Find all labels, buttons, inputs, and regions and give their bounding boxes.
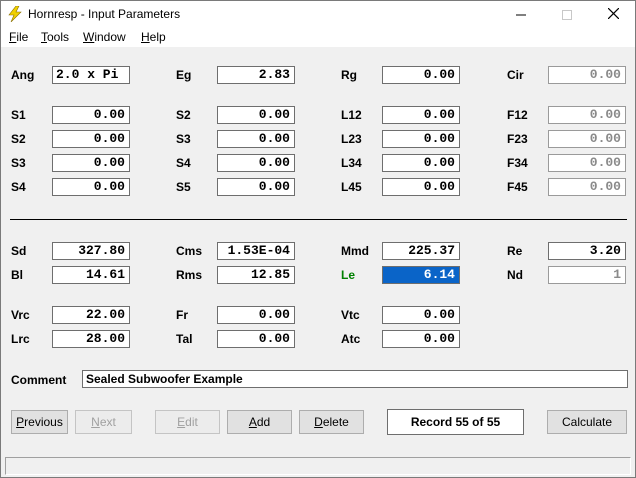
field-l45[interactable]: 0.00 (382, 178, 460, 196)
minimize-icon (516, 14, 526, 16)
field-s3-col2[interactable]: 0.00 (217, 130, 295, 148)
field-le-value: 6.14 (423, 267, 455, 282)
field-le[interactable]: 6.14 (382, 266, 460, 284)
field-l34[interactable]: 0.00 (382, 154, 460, 172)
close-button[interactable] (590, 1, 636, 27)
field-eg[interactable]: 2.83 (217, 66, 295, 84)
field-s4[interactable]: 0.00 (52, 178, 130, 196)
maximize-icon (562, 10, 572, 21)
label-s5-col2: S5 (176, 180, 191, 194)
label-l34: L34 (341, 156, 362, 170)
label-s3: S3 (11, 156, 26, 170)
main-window: Hornresp - Input Parameters File Tools W… (0, 0, 636, 478)
section-divider (10, 219, 627, 220)
field-f45[interactable]: 0.00 (548, 178, 626, 196)
previous-button[interactable]: Previous (11, 410, 68, 434)
field-s2[interactable]: 0.00 (52, 130, 130, 148)
label-s2-col2: S2 (176, 108, 191, 122)
field-cir[interactable]: 0.00 (548, 66, 626, 84)
field-f12[interactable]: 0.00 (548, 106, 626, 124)
close-icon (607, 7, 619, 20)
label-sd: Sd (11, 244, 27, 258)
label-f12: F12 (507, 108, 528, 122)
field-fr[interactable]: 0.00 (217, 306, 295, 324)
menu-bar: File Tools Window Help (1, 27, 635, 47)
field-rg[interactable]: 0.00 (382, 66, 460, 84)
label-f34: F34 (507, 156, 528, 170)
field-s2-col2[interactable]: 0.00 (217, 106, 295, 124)
field-atc[interactable]: 0.00 (382, 330, 460, 348)
label-cms: Cms (176, 244, 203, 258)
field-s3[interactable]: 0.00 (52, 154, 130, 172)
label-l45: L45 (341, 180, 362, 194)
window-title: Hornresp - Input Parameters (28, 7, 181, 21)
label-comment: Comment (11, 373, 67, 387)
label-vtc: Vtc (341, 308, 360, 322)
field-re[interactable]: 3.20 (548, 242, 626, 260)
field-l23[interactable]: 0.00 (382, 130, 460, 148)
field-rms[interactable]: 12.85 (217, 266, 295, 284)
label-mmd: Mmd (341, 244, 369, 258)
label-s3-col2: S3 (176, 132, 191, 146)
field-lrc[interactable]: 28.00 (52, 330, 130, 348)
delete-button[interactable]: Delete (299, 410, 364, 434)
add-button[interactable]: Add (227, 410, 292, 434)
label-l23: L23 (341, 132, 362, 146)
next-button[interactable]: Next (75, 410, 132, 434)
status-bar (5, 457, 631, 475)
label-le: Le (341, 268, 356, 282)
field-l12[interactable]: 0.00 (382, 106, 460, 124)
menu-window[interactable]: Window (83, 30, 126, 44)
calculate-button[interactable]: Calculate (547, 410, 627, 434)
menu-help[interactable]: Help (141, 30, 166, 44)
minimize-button[interactable] (498, 1, 544, 27)
label-lrc: Lrc (11, 332, 30, 346)
field-s1[interactable]: 0.00 (52, 106, 130, 124)
label-eg: Eg (176, 68, 192, 82)
menu-tools[interactable]: Tools (41, 30, 69, 44)
label-f23: F23 (507, 132, 528, 146)
label-bl: Bl (11, 268, 23, 282)
label-rms: Rms (176, 268, 203, 282)
label-s4-col2: S4 (176, 156, 191, 170)
label-fr: Fr (176, 308, 188, 322)
label-rg: Rg (341, 68, 357, 82)
label-re: Re (507, 244, 523, 258)
label-l12: L12 (341, 108, 362, 122)
field-vrc[interactable]: 22.00 (52, 306, 130, 324)
label-s4: S4 (11, 180, 26, 194)
label-cir: Cir (507, 68, 524, 82)
edit-button[interactable]: Edit (155, 410, 220, 434)
maximize-button[interactable] (544, 1, 590, 27)
field-sd[interactable]: 327.80 (52, 242, 130, 260)
field-f34[interactable]: 0.00 (548, 154, 626, 172)
field-vtc[interactable]: 0.00 (382, 306, 460, 324)
field-tal[interactable]: 0.00 (217, 330, 295, 348)
label-ang: Ang (11, 68, 35, 82)
field-s4-col2[interactable]: 0.00 (217, 154, 295, 172)
label-f45: F45 (507, 180, 528, 194)
field-mmd[interactable]: 225.37 (382, 242, 460, 260)
label-tal: Tal (176, 332, 193, 346)
comment-field[interactable]: Sealed Subwoofer Example (82, 370, 628, 388)
label-nd: Nd (507, 268, 523, 282)
menu-file[interactable]: File (9, 30, 28, 44)
field-bl[interactable]: 14.61 (52, 266, 130, 284)
field-cms[interactable]: 1.53E-04 (217, 242, 295, 260)
field-f23[interactable]: 0.00 (548, 130, 626, 148)
field-s5-col2[interactable]: 0.00 (217, 178, 295, 196)
field-ang[interactable]: 2.0 x Pi (52, 66, 130, 84)
label-s1: S1 (11, 108, 26, 122)
lightning-bolt-icon (8, 6, 22, 22)
label-vrc: Vrc (11, 308, 30, 322)
field-nd[interactable]: 1 (548, 266, 626, 284)
title-bar: Hornresp - Input Parameters (1, 1, 635, 27)
label-s2: S2 (11, 132, 26, 146)
label-atc: Atc (341, 332, 361, 346)
record-indicator: Record 55 of 55 (387, 409, 524, 435)
